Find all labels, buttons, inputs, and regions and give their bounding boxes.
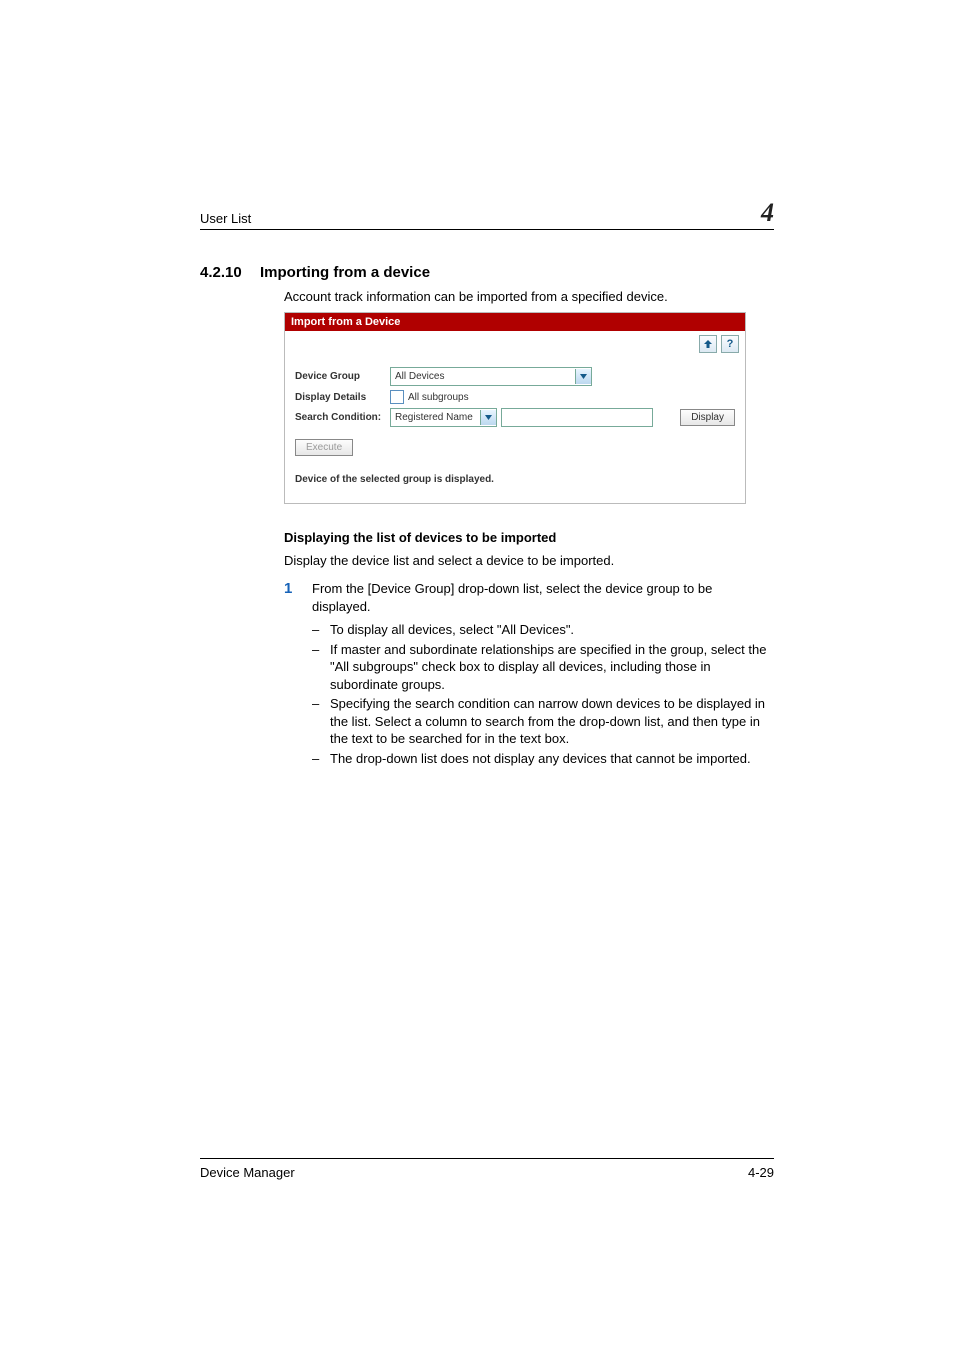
all-subgroups-checkbox[interactable] [390,390,404,404]
running-title: User List [200,211,753,226]
back-icon[interactable] [699,335,717,353]
running-header: User List 4 [200,200,774,230]
list-item: –If master and subordinate relationships… [312,641,774,694]
display-button[interactable]: Display [680,409,735,426]
device-group-select[interactable]: All Devices [390,367,592,386]
subsection-heading: Displaying the list of devices to be imp… [284,530,774,545]
list-item: –Specifying the search condition can nar… [312,695,774,748]
device-group-value: All Devices [391,371,575,382]
device-group-label: Device Group [295,371,390,382]
search-condition-value: Registered Name [391,412,480,423]
execute-button[interactable]: Execute [295,439,353,456]
step-text: From the [Device Group] drop-down list, … [312,580,774,615]
screenshot-status: Device of the selected group is displaye… [295,474,735,485]
screenshot-toolbar: ? [285,331,745,357]
section-title: Importing from a device [260,264,430,281]
display-details-label: Display Details [295,392,390,403]
section-number: 4.2.10 [200,264,260,281]
footer-product: Device Manager [200,1165,748,1180]
all-subgroups-label: All subgroups [408,392,469,403]
search-input[interactable] [501,408,653,427]
step-number: 1 [284,580,312,615]
chevron-down-icon [480,410,496,425]
section-heading: 4.2.10 Importing from a device [200,264,774,281]
list-item: –To display all devices, select "All Dev… [312,621,774,639]
screenshot-title: Import from a Device [285,313,745,331]
step-1-bullets: –To display all devices, select "All Dev… [312,621,774,767]
list-item: –The drop-down list does not display any… [312,750,774,768]
search-condition-label: Search Condition: [295,412,390,423]
step-1: 1 From the [Device Group] drop-down list… [284,580,774,615]
chapter-number: 4 [753,200,774,226]
help-icon[interactable]: ? [721,335,739,353]
screenshot: Import from a Device ? Device Group All … [284,312,746,504]
screenshot-body: Device Group All Devices Display Details… [285,357,745,503]
section-intro: Account track information can be importe… [284,289,774,304]
page-footer: Device Manager 4-29 [200,1158,774,1180]
footer-page: 4-29 [748,1165,774,1180]
page: User List 4 4.2.10 Importing from a devi… [0,0,954,1350]
search-condition-select[interactable]: Registered Name [390,408,497,427]
chevron-down-icon [575,369,591,384]
subsection-lead: Display the device list and select a dev… [284,553,774,568]
